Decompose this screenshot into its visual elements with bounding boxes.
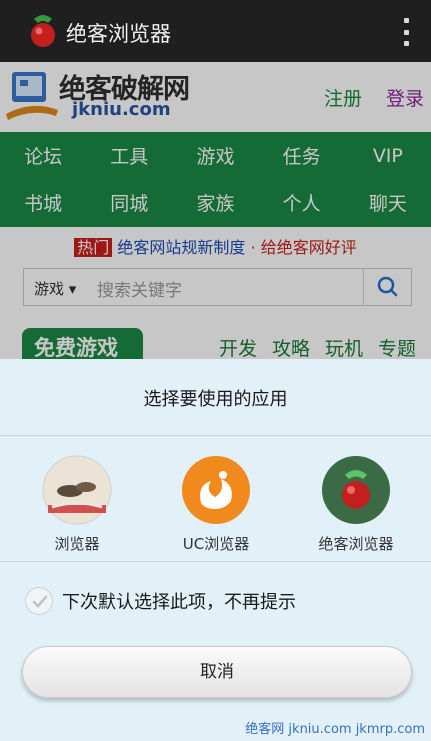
app-option-browser[interactable]: 浏览器: [12, 455, 142, 554]
divider: [0, 435, 431, 436]
divider: [0, 561, 431, 562]
remember-choice-checkbox[interactable]: [25, 587, 53, 615]
app-option-uc-browser[interactable]: UC浏览器: [151, 455, 281, 554]
app-label-uc-browser: UC浏览器: [182, 535, 250, 553]
app-option-jueke-browser[interactable]: 绝客浏览器: [291, 455, 421, 554]
app-label-jueke-browser: 绝客浏览器: [318, 535, 394, 553]
browser-app-icon: [42, 455, 112, 525]
app-chooser-dialog: 选择要使用的应用 浏览器 UC浏览器 绝客浏览器 下次默认选择此项，不再提示 取…: [0, 359, 431, 741]
jueke-browser-app-icon: [322, 456, 390, 524]
overflow-menu-icon[interactable]: [401, 18, 411, 46]
app-label-browser: 浏览器: [54, 535, 100, 553]
cancel-button[interactable]: 取消: [22, 646, 412, 698]
app-title: 绝客浏览器: [66, 22, 171, 46]
dim-overlay[interactable]: [0, 62, 431, 359]
checkmark-icon: [32, 595, 48, 608]
remember-choice-label: 下次默认选择此项，不再提示: [62, 592, 296, 613]
watermark-text: 绝客网 jkniu.com jkmrp.com: [245, 722, 425, 737]
app-bar: 绝客浏览器: [0, 0, 431, 62]
uc-browser-app-icon: [182, 456, 250, 524]
dialog-title: 选择要使用的应用: [143, 389, 288, 410]
jueke-browser-logo-icon: [31, 15, 55, 47]
